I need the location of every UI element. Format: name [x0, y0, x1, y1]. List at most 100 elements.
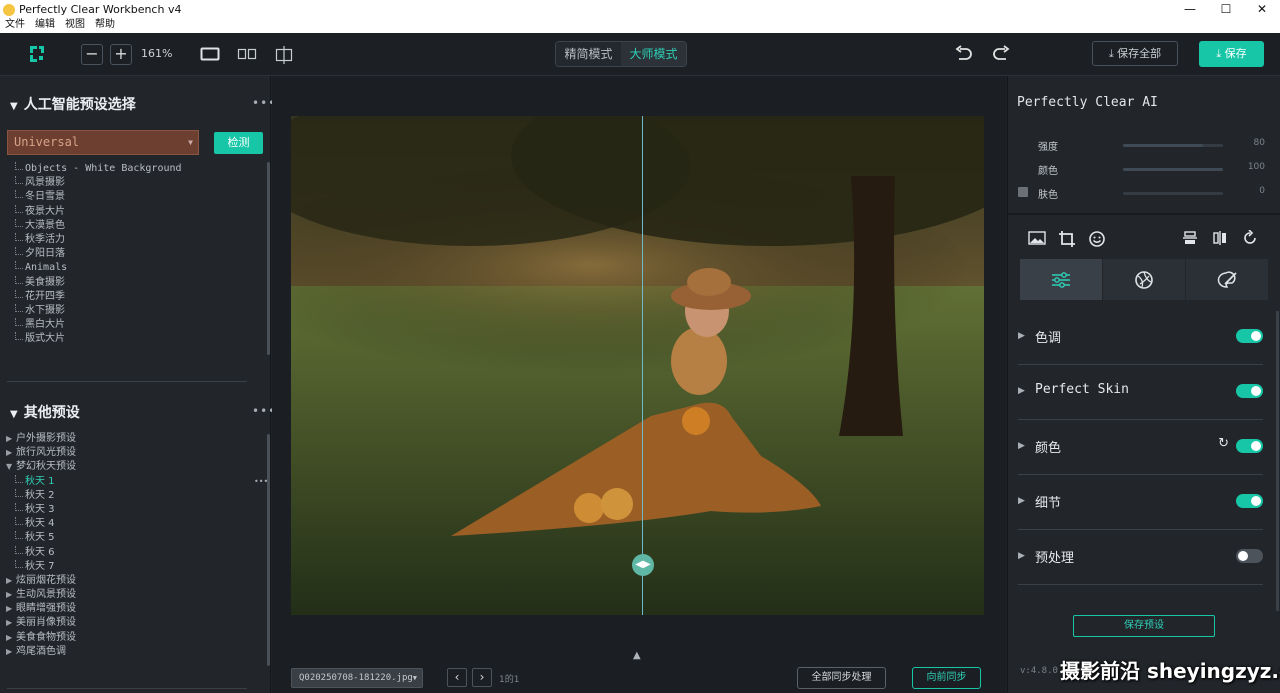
collapsed-icon[interactable]: ▶	[6, 631, 12, 645]
save-all-button[interactable]: ⤓ 保存全部	[1092, 41, 1178, 66]
adjustment-toggle[interactable]	[1236, 439, 1263, 453]
adjustment-toggle[interactable]	[1236, 494, 1263, 508]
adjustment-section[interactable]: ▶ 色调	[1018, 310, 1263, 365]
photo-preview[interactable]	[291, 116, 984, 615]
preset-group[interactable]: ▶ 生动风景预设	[0, 588, 265, 602]
list-item[interactable]: 夕阳日落	[0, 247, 265, 261]
simple-mode-tab[interactable]: 精简模式	[556, 42, 621, 66]
slider-track[interactable]	[1123, 168, 1223, 171]
preset-item[interactable]: 秋天 4	[0, 517, 265, 531]
preset-item[interactable]: 秋天 6	[0, 545, 265, 560]
adjustment-section[interactable]: ▶ Perfect Skin	[1018, 365, 1263, 420]
preset-item[interactable]: 秋天 5	[0, 531, 265, 545]
minimize-button[interactable]: —	[1172, 0, 1208, 19]
preset-item[interactable]: 秋天 7	[0, 559, 265, 574]
preset-group[interactable]: ▼ 梦幻秋天预设	[0, 460, 265, 474]
collapsed-icon[interactable]: ▶	[6, 588, 12, 602]
menu-help[interactable]: 帮助	[95, 19, 115, 33]
collapsed-icon[interactable]: ▶	[6, 432, 12, 446]
list-item[interactable]: 花开四季	[0, 289, 265, 304]
preset-item[interactable]: 秋天 2	[0, 488, 265, 503]
scrollbar[interactable]	[267, 162, 270, 355]
flip-horizontal-icon[interactable]	[1212, 230, 1228, 246]
collapsed-icon[interactable]: ▶	[6, 645, 12, 659]
sync-all-button[interactable]: 全部同步处理	[797, 667, 886, 689]
file-selector[interactable]: Q020250708-181220.jpg ▼	[291, 668, 423, 688]
slider-track[interactable]	[1123, 192, 1223, 195]
close-button[interactable]: ✕	[1244, 0, 1280, 19]
preset-item[interactable]: 秋天 3	[0, 502, 265, 517]
list-item[interactable]: 冬日雪景	[0, 190, 265, 204]
checkbox[interactable]	[1018, 187, 1028, 197]
adjustment-section[interactable]: ▶ 预处理	[1018, 530, 1263, 585]
compare-divider[interactable]	[642, 116, 643, 615]
preset-group[interactable]: ▶ 眼睛增强预设	[0, 602, 265, 616]
redo-icon[interactable]	[992, 45, 1010, 61]
image-icon[interactable]	[1028, 230, 1046, 246]
slider-track[interactable]	[1123, 144, 1223, 147]
preset-group[interactable]: ▶ 户外摄影预设	[0, 432, 265, 446]
preset-group[interactable]: ▶ 炫丽烟花预设	[0, 574, 265, 588]
zoom-out-button[interactable]: −	[81, 44, 103, 65]
collapsed-icon[interactable]: ▶	[6, 574, 12, 588]
list-item[interactable]: Objects - White Background	[0, 162, 265, 176]
adjustment-toggle[interactable]	[1236, 329, 1263, 343]
adjustment-toggle[interactable]	[1236, 549, 1263, 563]
expand-icon[interactable]: ▶	[1018, 331, 1025, 341]
tab-adjustments[interactable]	[1020, 259, 1103, 300]
collapsed-icon[interactable]: ▶	[6, 616, 12, 630]
list-item[interactable]: 大漠景色	[0, 218, 265, 233]
ai-presets-header[interactable]: ▼ 人工智能预设选择	[10, 94, 136, 114]
menu-view[interactable]: 视图	[65, 19, 85, 33]
list-item[interactable]: Animals	[0, 261, 265, 275]
reset-icon[interactable]: ↻	[1218, 601, 1229, 603]
collapse-icon[interactable]: ▼	[10, 409, 18, 420]
zoom-in-button[interactable]: +	[110, 44, 132, 65]
menu-file[interactable]: 文件	[5, 19, 25, 33]
compare-handle-icon[interactable]: ◀▶	[632, 554, 654, 576]
rotate-icon[interactable]	[1242, 230, 1258, 246]
adjustment-toggle[interactable]	[1236, 384, 1263, 398]
tab-effects[interactable]	[1103, 259, 1186, 300]
save-preset-button[interactable]: 保存预设	[1073, 615, 1215, 637]
list-item[interactable]: 黑白大片	[0, 318, 265, 332]
compare-view-icon[interactable]	[273, 46, 295, 64]
adjustment-section[interactable]: ▶选择性色彩↻	[1018, 585, 1263, 603]
expand-icon[interactable]: ▶	[1018, 496, 1025, 506]
adjustment-section[interactable]: ▶ 细节	[1018, 475, 1263, 530]
tab-styles[interactable]	[1186, 259, 1269, 300]
list-item[interactable]: 夜景大片	[0, 204, 265, 219]
expanded-icon[interactable]: ▼	[6, 460, 12, 474]
collapsed-icon[interactable]: ▶	[6, 446, 12, 460]
split-view-icon[interactable]	[237, 46, 257, 62]
menu-edit[interactable]: 编辑	[35, 19, 55, 33]
save-button[interactable]: ⤓ 保存	[1199, 41, 1264, 67]
reset-icon[interactable]: ↻	[1218, 436, 1229, 451]
detect-button[interactable]: 检测	[214, 132, 263, 154]
expand-icon[interactable]: ▶	[1018, 441, 1025, 451]
master-mode-tab[interactable]: 大师模式	[621, 42, 686, 66]
face-icon[interactable]	[1088, 230, 1106, 248]
next-image-button[interactable]: ›	[472, 668, 492, 687]
crop-icon[interactable]	[1058, 230, 1076, 248]
preset-group[interactable]: ▶ 美食食物预设	[0, 631, 265, 645]
other-presets-header[interactable]: ▼ 其他预设	[10, 402, 80, 422]
list-item[interactable]: 秋季活力	[0, 232, 265, 247]
maximize-button[interactable]: ☐	[1208, 0, 1244, 19]
preset-item[interactable]: 秋天 1 •••	[0, 474, 268, 489]
scrollbar[interactable]	[267, 434, 270, 666]
undo-icon[interactable]	[955, 45, 973, 61]
collapsed-icon[interactable]: ▶	[6, 602, 12, 616]
list-item[interactable]: 版式大片	[0, 332, 265, 346]
sync-previous-button[interactable]: 向前同步	[912, 667, 981, 689]
adjustment-section[interactable]: ▶ 颜色 ↻	[1018, 420, 1263, 475]
collapse-icon[interactable]: ▼	[10, 101, 18, 112]
ai-preset-dropdown[interactable]: Universal ▼	[7, 130, 199, 155]
expand-icon[interactable]: ▶	[1018, 551, 1025, 561]
expand-icon[interactable]: ▶	[1018, 386, 1025, 396]
list-item[interactable]: 水下摄影	[0, 303, 265, 318]
list-item[interactable]: 风景摄影	[0, 176, 265, 190]
list-item[interactable]: 美食摄影	[0, 275, 265, 290]
preset-group[interactable]: ▶ 鸡尾酒色调	[0, 645, 265, 659]
preset-group[interactable]: ▶ 旅行风光预设	[0, 446, 265, 460]
